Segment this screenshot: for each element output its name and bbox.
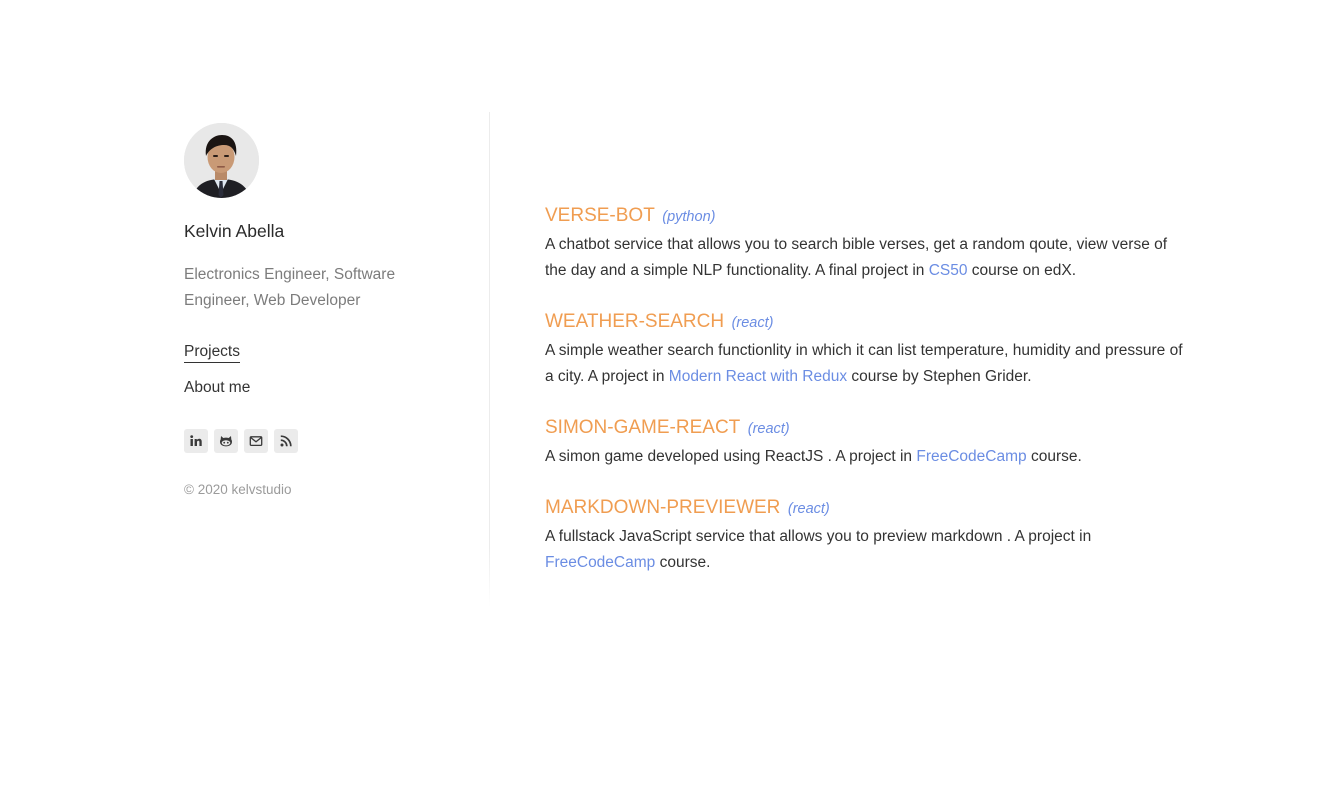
project-title-link[interactable]: MARKDOWN-PREVIEWER <box>545 497 780 518</box>
avatar <box>184 123 259 198</box>
project-item: WEATHER-SEARCH (react) A simple weather … <box>545 310 1185 390</box>
nav-about-link[interactable]: About me <box>184 379 250 397</box>
project-item: VERSE-BOT (python) A chatbot service tha… <box>545 204 1185 284</box>
copyright: © 2020 kelvstudio <box>184 482 292 497</box>
projects-list: VERSE-BOT (python) A chatbot service tha… <box>545 204 1185 602</box>
course-link[interactable]: FreeCodeCamp <box>916 448 1026 465</box>
project-desc-text: A fullstack JavaScript service that allo… <box>545 528 1092 545</box>
profile-bio: Electronics Engineer, Software Engineer,… <box>184 266 396 309</box>
project-desc-text: course on edX. <box>967 262 1077 279</box>
project-language: (react) <box>787 501 830 517</box>
course-link[interactable]: Modern React with Redux <box>669 368 847 385</box>
project-desc-text: A simon game developed using ReactJS . A… <box>545 448 917 465</box>
project-desc-text: course. <box>1026 448 1082 465</box>
project-description: A fullstack JavaScript service that allo… <box>545 524 1185 576</box>
nav-projects-link[interactable]: Projects <box>184 343 240 363</box>
course-link[interactable]: FreeCodeCamp <box>545 554 655 571</box>
project-item: SIMON-GAME-REACT (react) A simon game de… <box>545 416 1185 470</box>
page-layout: Kelvin Abella Electronics Engineer, Soft… <box>184 112 1183 612</box>
project-desc-text: course. <box>655 554 711 571</box>
project-header: MARKDOWN-PREVIEWER (react) <box>545 496 1185 520</box>
project-description: A chatbot service that allows you to sea… <box>545 232 1185 284</box>
project-item: MARKDOWN-PREVIEWER (react) A fullstack J… <box>545 496 1185 576</box>
mail-icon <box>249 436 263 447</box>
project-description: A simon game developed using ReactJS . A… <box>545 444 1185 470</box>
project-title-link[interactable]: SIMON-GAME-REACT <box>545 417 740 438</box>
project-language: (react) <box>731 315 774 331</box>
project-header: SIMON-GAME-REACT (react) <box>545 416 1185 440</box>
course-link[interactable]: CS50 <box>929 262 968 279</box>
project-header: WEATHER-SEARCH (react) <box>545 310 1185 334</box>
rss-button[interactable] <box>274 429 298 453</box>
linkedin-icon <box>190 435 202 446</box>
project-header: VERSE-BOT (python) <box>545 204 1185 228</box>
profile-name: Kelvin Abella <box>184 221 285 241</box>
project-language: (python) <box>662 209 716 225</box>
project-title-link[interactable]: WEATHER-SEARCH <box>545 311 724 332</box>
github-button[interactable] <box>214 429 238 453</box>
project-title-link[interactable]: VERSE-BOT <box>545 205 655 226</box>
linkedin-button[interactable] <box>184 429 208 453</box>
email-button[interactable] <box>244 429 268 453</box>
project-language: (react) <box>747 421 790 437</box>
project-description: A simple weather search functionlity in … <box>545 338 1185 390</box>
avatar-image <box>184 123 259 198</box>
github-icon <box>220 436 232 447</box>
rss-icon <box>280 435 292 447</box>
project-desc-text: course by Stephen Grider. <box>847 368 1032 385</box>
vertical-divider <box>489 112 490 607</box>
